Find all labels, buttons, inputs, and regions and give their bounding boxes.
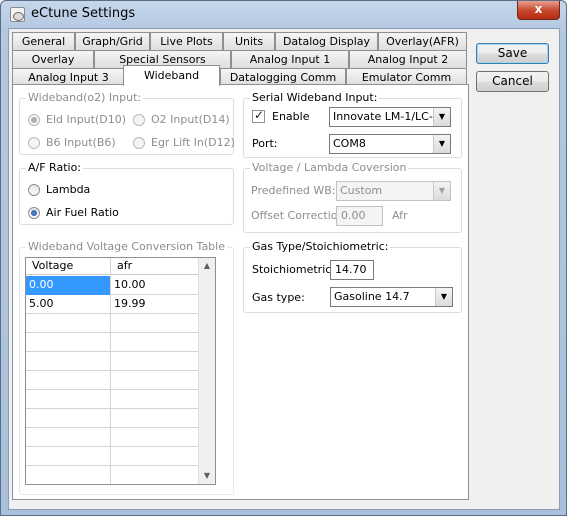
tab-units[interactable]: Units (223, 32, 275, 50)
select-value: COM8 (333, 137, 366, 150)
radio-label: Egr Lift In(D12) (151, 136, 235, 149)
tab-general[interactable]: General (12, 32, 75, 50)
settings-window: eCtune Settings x General Graph/Grid Liv… (0, 0, 567, 516)
chevron-down-icon[interactable]: ▼ (433, 108, 450, 126)
gas-type-label: Gas type: (252, 291, 305, 304)
radio-button[interactable] (133, 137, 145, 149)
empty-cell[interactable] (26, 390, 111, 409)
empty-table-row[interactable] (26, 447, 198, 466)
title-bar[interactable]: eCtune Settings x (1, 1, 566, 28)
serial-wideband-group: Serial Wideband Input: Enable Innovate L… (243, 91, 462, 158)
port-label: Port: (252, 137, 278, 150)
radio-label: B6 Input(B6) (46, 136, 116, 149)
radio-button[interactable] (28, 207, 40, 219)
radio-label: Air Fuel Ratio (46, 206, 119, 219)
empty-cell[interactable] (26, 447, 111, 466)
empty-cell[interactable] (26, 409, 111, 428)
empty-cell[interactable] (26, 333, 111, 352)
window-title: eCtune Settings (31, 6, 136, 21)
empty-cell[interactable] (26, 371, 111, 390)
grid-vertical-scrollbar[interactable]: ▲ ▼ (198, 258, 215, 484)
enable-label: Enable (272, 110, 310, 123)
tab-analog-input-2[interactable]: Analog Input 2 (349, 50, 467, 68)
empty-table-row[interactable] (26, 390, 198, 409)
scroll-down-icon[interactable]: ▼ (199, 468, 215, 484)
stoichiometric-input[interactable]: 14.70 (330, 260, 374, 280)
empty-cell[interactable] (26, 352, 111, 371)
radio-label: O2 Input(D14) (151, 113, 230, 126)
afr-cell[interactable]: 10.00 (111, 276, 198, 295)
table-row[interactable]: 5.00 19.99 (26, 295, 198, 314)
tab-live-plots[interactable]: Live Plots (150, 32, 223, 50)
tab-graph-grid[interactable]: Graph/Grid (75, 32, 150, 50)
serial-wideband-title: Serial Wideband Input: (250, 91, 380, 104)
chevron-down-icon[interactable]: ▼ (433, 135, 450, 153)
grid-header: Voltage afr (26, 258, 198, 275)
empty-table-row[interactable] (26, 409, 198, 428)
voltage-cell[interactable]: 0.00 (26, 276, 111, 295)
af-ratio-title: A/F Ratio: (26, 161, 84, 174)
predefined-wb-label: Predefined WB: (251, 184, 336, 197)
offset-correction-input[interactable]: 0.00 (336, 206, 383, 226)
enable-checkbox[interactable] (252, 108, 265, 123)
empty-table-row[interactable] (26, 428, 198, 447)
conversion-table-title: Wideband Voltage Conversion Table (26, 240, 227, 253)
tab-analog-input-1[interactable]: Analog Input 1 (231, 50, 349, 68)
offset-correction-label: Offset Correction: (251, 209, 349, 222)
column-header-voltage[interactable]: Voltage (26, 258, 111, 275)
empty-cell[interactable] (26, 314, 111, 333)
app-icon (10, 7, 25, 22)
tab-overlay[interactable]: Overlay (12, 50, 94, 68)
tab-overlay-afr[interactable]: Overlay(AFR) (378, 32, 467, 50)
cancel-button[interactable]: Cancel (476, 71, 549, 92)
table-row[interactable]: 0.00 10.00 (26, 276, 198, 295)
radio-button[interactable] (28, 137, 40, 149)
radio-label: Eld Input(D10) (46, 113, 127, 126)
predefined-wb-select[interactable]: Custom ▼ (336, 181, 451, 201)
scroll-up-icon[interactable]: ▲ (199, 258, 215, 274)
gas-type-select[interactable]: Gasoline 14.7 ▼ (330, 287, 453, 307)
radio-label: Lambda (46, 183, 91, 196)
select-value: Gasoline 14.7 (334, 290, 410, 303)
conversion-table-grid[interactable]: Voltage afr 0.00 10.00 5.00 19.99 ▲ ▼ (25, 257, 216, 485)
offset-unit-label: Afr (392, 209, 408, 222)
close-button[interactable]: x (517, 1, 560, 20)
radio-button[interactable] (28, 114, 40, 126)
gas-type-group: Gas Type/Stoichiometric: Stoichiometric:… (243, 240, 462, 313)
empty-table-row[interactable] (26, 371, 198, 390)
chevron-down-icon[interactable]: ▼ (435, 288, 452, 306)
stoichiometric-label: Stoichiometric: (252, 263, 336, 276)
chevron-down-icon[interactable]: ▼ (433, 182, 450, 200)
voltage-cell[interactable]: 5.00 (26, 295, 111, 314)
select-value: Custom (340, 184, 383, 197)
voltage-lambda-title: Voltage / Lambda Coversion (250, 161, 409, 174)
wideband-device-select[interactable]: Innovate LM-1/LC-1 ▼ (329, 107, 451, 127)
empty-cell[interactable] (26, 428, 111, 447)
empty-cell[interactable] (26, 466, 111, 484)
column-header-afr[interactable]: afr (111, 258, 198, 275)
port-select[interactable]: COM8 ▼ (329, 134, 451, 154)
voltage-lambda-group: Voltage / Lambda Coversion Predefined WB… (243, 161, 462, 233)
select-value: Innovate LM-1/LC-1 (333, 110, 440, 123)
gas-type-title: Gas Type/Stoichiometric: (250, 240, 391, 253)
empty-table-row[interactable] (26, 466, 198, 484)
tab-wideband[interactable]: Wideband (123, 65, 220, 86)
empty-table-row[interactable] (26, 314, 198, 333)
radio-button[interactable] (28, 184, 40, 196)
wideband-input-title: Wideband(o2) Input: (26, 91, 144, 104)
afr-cell[interactable]: 19.99 (111, 295, 198, 314)
af-ratio-group: A/F Ratio: Lambda Air Fuel Ratio (19, 161, 234, 225)
wideband-input-group: Wideband(o2) Input: Eld Input(D10) O2 In… (19, 91, 235, 155)
empty-table-row[interactable] (26, 352, 198, 371)
wideband-tab-panel: Wideband(o2) Input: Eld Input(D10) O2 In… (12, 84, 469, 500)
radio-button[interactable] (133, 114, 145, 126)
tab-datalog-display[interactable]: Datalog Display (275, 32, 378, 50)
empty-table-row[interactable] (26, 333, 198, 352)
save-button[interactable]: Save (476, 43, 549, 64)
